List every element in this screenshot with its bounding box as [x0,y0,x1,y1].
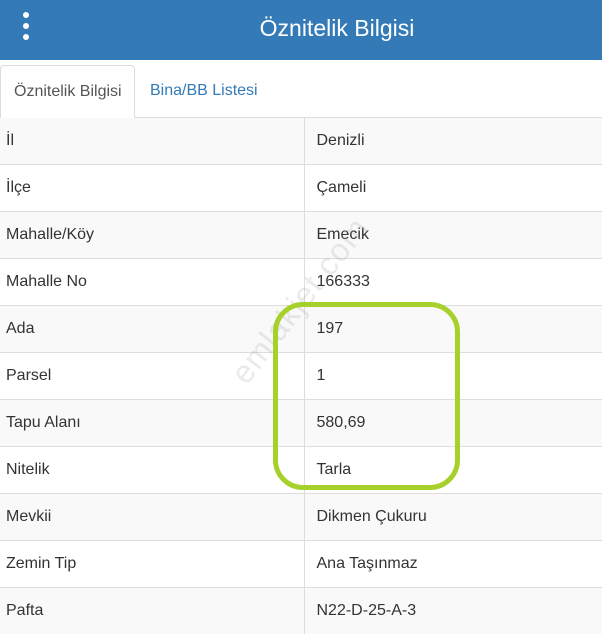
row-key: Mahalle/Köy [0,212,304,259]
row-key: Parsel [0,353,304,400]
table-row: Pafta N22-D-25-A-3 [0,588,602,634]
row-value: Çameli [304,165,602,212]
row-key: Nitelik [0,447,304,494]
tab-oznitelik-bilgisi[interactable]: Öznitelik Bilgisi [0,65,135,119]
row-value: Emecik [304,212,602,259]
row-value: 166333 [304,259,602,306]
table-row: İl Denizli [0,118,602,165]
row-key: İl [0,118,304,165]
row-value: 580,69 [304,400,602,447]
row-value: Denizli [304,118,602,165]
tab-bar: Öznitelik Bilgisi Bina/BB Listesi [0,60,602,118]
row-key: Pafta [0,588,304,634]
page-title: Öznitelik Bilgisi [0,0,602,60]
row-key: Ada [0,306,304,353]
row-key: Mevkii [0,494,304,541]
table-row: Zemin Tip Ana Taşınmaz [0,541,602,588]
table-row: İlçe Çameli [0,165,602,212]
table-row: Parsel 1 [0,353,602,400]
row-value: Tarla [304,447,602,494]
row-key: Tapu Alanı [0,400,304,447]
row-key: Zemin Tip [0,541,304,588]
table-row: Mahalle No 166333 [0,259,602,306]
top-bar: Öznitelik Bilgisi [0,0,602,60]
table-row: Mevkii Dikmen Çukuru [0,494,602,541]
row-value: Ana Taşınmaz [304,541,602,588]
row-value: Dikmen Çukuru [304,494,602,541]
row-key: İlçe [0,165,304,212]
table-row: Mahalle/Köy Emecik [0,212,602,259]
table-row: Nitelik Tarla [0,447,602,494]
table-row: Tapu Alanı 580,69 [0,400,602,447]
attribute-table: İl Denizli İlçe Çameli Mahalle/Köy Emeci… [0,118,602,634]
row-value: 1 [304,353,602,400]
tab-bina-bb-listesi[interactable]: Bina/BB Listesi [135,65,258,119]
row-value: 197 [304,306,602,353]
row-value: N22-D-25-A-3 [304,588,602,634]
table-row: Ada 197 [0,306,602,353]
row-key: Mahalle No [0,259,304,306]
